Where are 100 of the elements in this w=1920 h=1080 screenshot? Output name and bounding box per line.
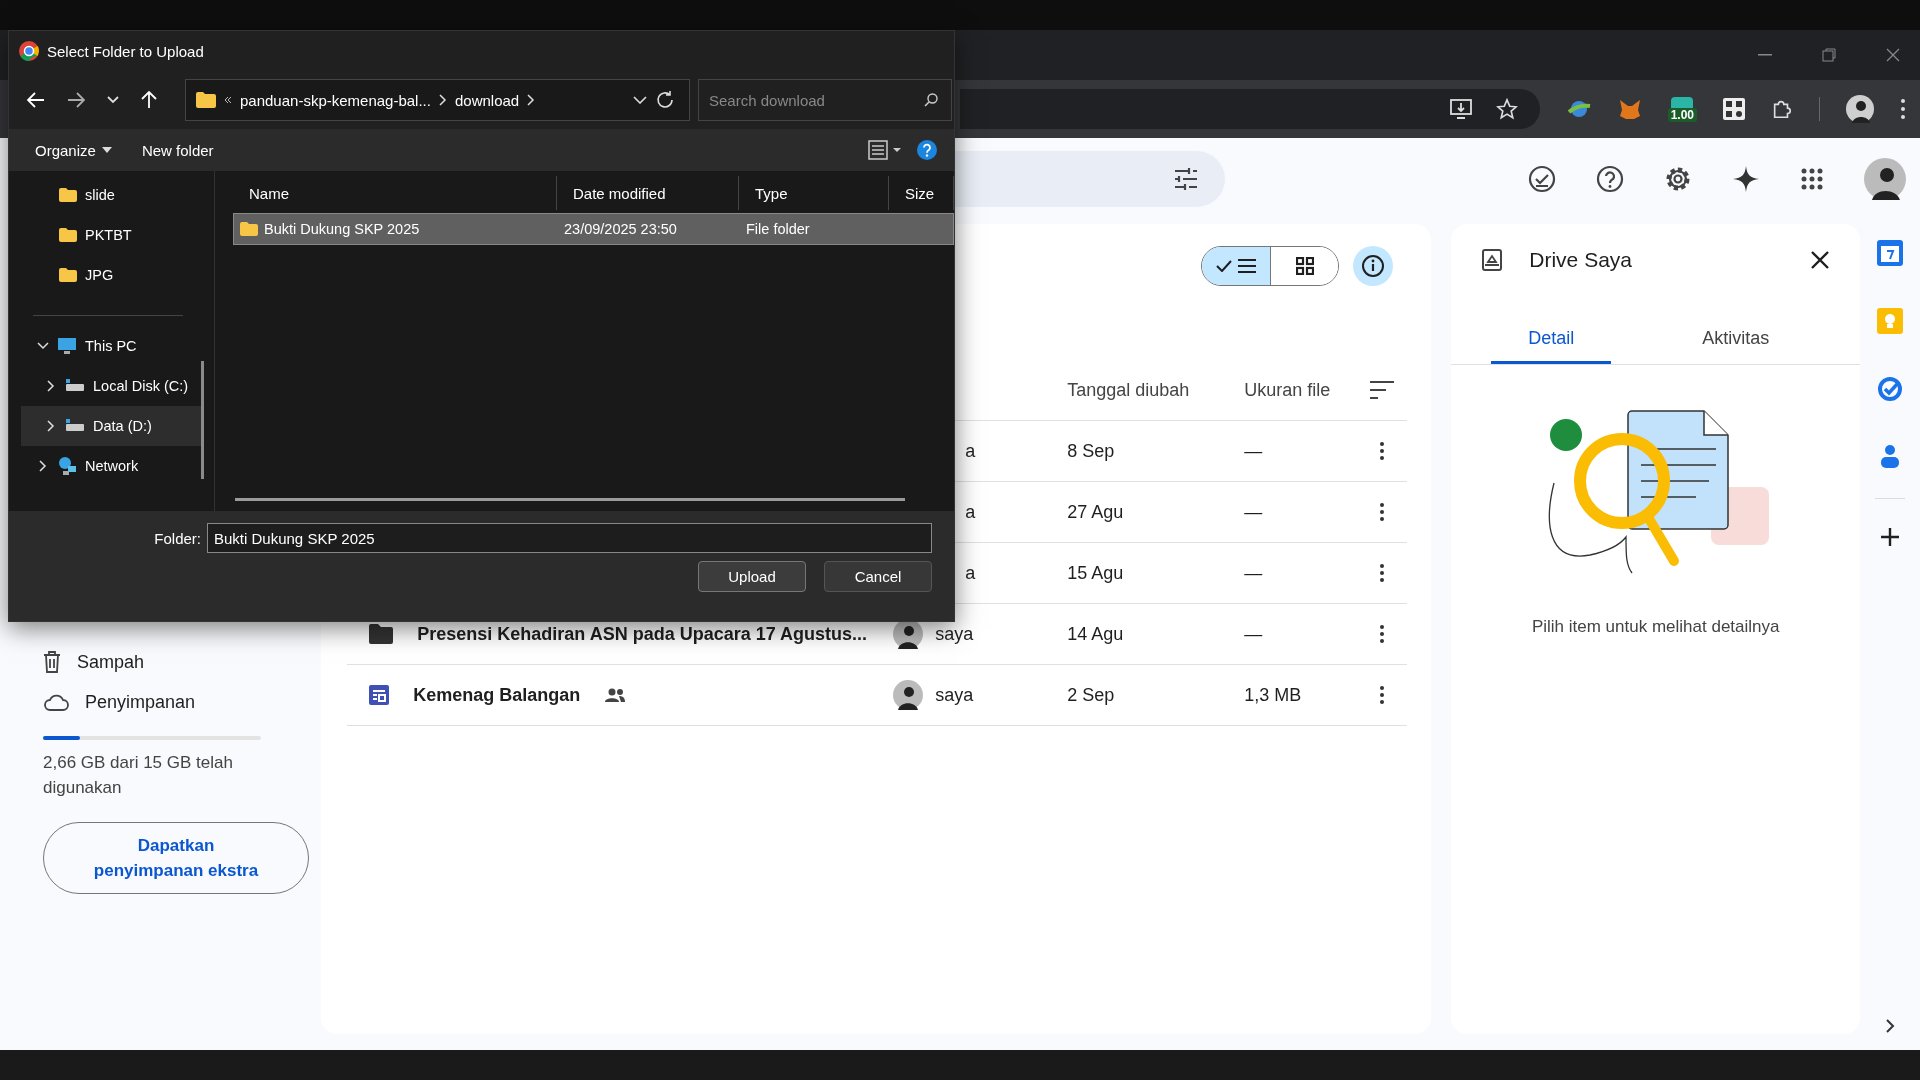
file-size: —: [1244, 623, 1264, 645]
search-field[interactable]: Search download: [698, 79, 952, 121]
help-icon[interactable]: [916, 139, 938, 161]
overflow-chevrons-icon: [224, 96, 232, 104]
more-options-icon[interactable]: [1379, 502, 1386, 522]
column-header[interactable]: Name: [233, 176, 557, 210]
file-name[interactable]: Presensi Kehadiran ASN pada Upacara 17 Agustus...: [417, 623, 868, 645]
chevron-down-icon[interactable]: [37, 340, 49, 352]
info-icon: [1361, 254, 1386, 278]
folder-icon: [196, 92, 216, 108]
caret-icon: [101, 147, 112, 153]
column-header[interactable]: Type: [739, 176, 889, 210]
owner-name: a: [964, 440, 976, 462]
puzzle-icon[interactable]: [1771, 98, 1793, 120]
sort-icon[interactable]: [1370, 381, 1395, 399]
chevron-right-icon[interactable]: [45, 380, 57, 392]
folder-label: Folder:: [154, 529, 201, 547]
qr-code-icon[interactable]: [1723, 98, 1745, 120]
file-size: —: [1244, 440, 1264, 462]
grid-view-button[interactable]: [1270, 247, 1339, 285]
modified-date: 23/09/2025 23:50: [563, 221, 678, 237]
install-app-icon[interactable]: [1449, 99, 1472, 119]
breadcrumb-item[interactable]: download: [454, 91, 520, 109]
refresh-icon[interactable]: [655, 90, 675, 110]
profile-avatar-icon[interactable]: [1846, 95, 1874, 123]
shared-people-icon: [604, 688, 627, 702]
folder-icon: [59, 268, 77, 282]
trash-icon: [43, 651, 61, 673]
chevron-right-icon[interactable]: [45, 420, 57, 432]
organize-menu-button[interactable]: Organize: [27, 137, 120, 163]
close-icon[interactable]: [1810, 250, 1831, 270]
info-button[interactable]: [1353, 246, 1394, 286]
filter-icon[interactable]: [1173, 167, 1199, 191]
check-icon: [1216, 260, 1233, 272]
file-row[interactable]: Bukti Dukung SKP 2025 23/09/2025 23:50 File folder: [233, 213, 954, 245]
sidebar-item[interactable]: Sampah: [43, 642, 322, 682]
restore-icon[interactable]: [1822, 48, 1836, 62]
more-options-icon[interactable]: [1379, 441, 1386, 461]
calendar-icon[interactable]: [1877, 240, 1904, 266]
panel-tab[interactable]: Aktivitas: [1611, 316, 1861, 364]
modified-date: 14 Agu: [1066, 623, 1125, 645]
column-header[interactable]: Ukuran file: [1244, 379, 1363, 401]
cancel-button[interactable]: Cancel: [824, 561, 932, 592]
file-type: File folder: [745, 221, 811, 237]
file-size: —: [1244, 501, 1264, 523]
modified-date: 15 Agu: [1066, 562, 1125, 584]
list-view-button[interactable]: [1202, 247, 1271, 285]
chevron-down-icon[interactable]: [107, 96, 119, 104]
fox-icon[interactable]: [1617, 98, 1642, 120]
storage-usage-text: 2,66 GB dari 15 GB telah digunakan: [43, 752, 234, 799]
panel-tab[interactable]: Detail: [1491, 316, 1612, 364]
sidebar-item[interactable]: Penyimpanan: [43, 682, 322, 722]
column-header[interactable]: Size: [889, 176, 954, 210]
search-icon: [924, 93, 938, 107]
modified-date: 27 Agu: [1066, 501, 1125, 523]
more-options-icon[interactable]: [1379, 624, 1386, 644]
new-folder-button[interactable]: New folder: [133, 137, 222, 163]
nav-tree-item[interactable]: Network: [21, 446, 203, 486]
form-icon: [369, 685, 390, 705]
column-header[interactable]: Tanggal diubah: [1063, 379, 1245, 401]
apps-grid-icon[interactable]: [1800, 167, 1824, 191]
chevron-down-icon[interactable]: [633, 96, 647, 104]
account-avatar-icon[interactable]: [1864, 158, 1906, 200]
upload-button[interactable]: Upload: [698, 561, 806, 592]
settings-icon[interactable]: [1664, 165, 1692, 193]
forward-arrow-icon[interactable]: [67, 92, 85, 108]
up-arrow-icon[interactable]: [141, 91, 157, 109]
star-icon[interactable]: [1495, 98, 1518, 120]
file-name[interactable]: Kemenag Balangan: [413, 684, 581, 706]
nav-tree-item[interactable]: slide: [21, 175, 203, 215]
nav-tree-item[interactable]: Data (D:): [21, 406, 203, 446]
nav-tree-item[interactable]: PKTBT: [21, 215, 203, 255]
nav-tree-item[interactable]: JPG: [21, 255, 203, 295]
column-header[interactable]: Date modified: [557, 176, 739, 210]
nav-tree-item[interactable]: This PC: [21, 326, 203, 366]
breadcrumb-item[interactable]: panduan-skp-kemenag-bal...: [240, 91, 431, 109]
chevron-right-icon[interactable]: [37, 460, 49, 472]
task-check-icon[interactable]: [1877, 376, 1904, 402]
owner-name: saya: [935, 684, 974, 706]
more-options-icon[interactable]: [1379, 685, 1386, 705]
owner-name: saya: [935, 623, 974, 645]
back-arrow-icon[interactable]: [27, 92, 45, 108]
panel-title: Drive Saya: [1529, 248, 1632, 272]
view-options-icon[interactable]: [868, 140, 902, 160]
file-name: Bukti Dukung SKP 2025: [234, 221, 558, 237]
more-options-icon[interactable]: [1379, 563, 1386, 583]
address-bar[interactable]: panduan-skp-kemenag-bal... download: [185, 79, 690, 121]
nav-tree-item[interactable]: Local Disk (C:): [21, 366, 203, 406]
folder-name-field[interactable]: Bukti Dukung SKP 2025: [207, 523, 932, 553]
help-icon[interactable]: [1596, 165, 1624, 193]
folder-icon: [59, 188, 77, 202]
sparkle-icon[interactable]: [1732, 165, 1760, 193]
add-icon[interactable]: [1880, 527, 1901, 547]
person-icon[interactable]: [1880, 444, 1901, 470]
check-circle-icon[interactable]: [1528, 165, 1556, 193]
chevron-right-icon[interactable]: [1885, 1018, 1896, 1034]
globe-icon[interactable]: [1565, 98, 1592, 120]
owner-name: a: [964, 501, 976, 523]
more-menu-icon[interactable]: [1900, 98, 1906, 120]
cloud-icon: [43, 693, 69, 711]
